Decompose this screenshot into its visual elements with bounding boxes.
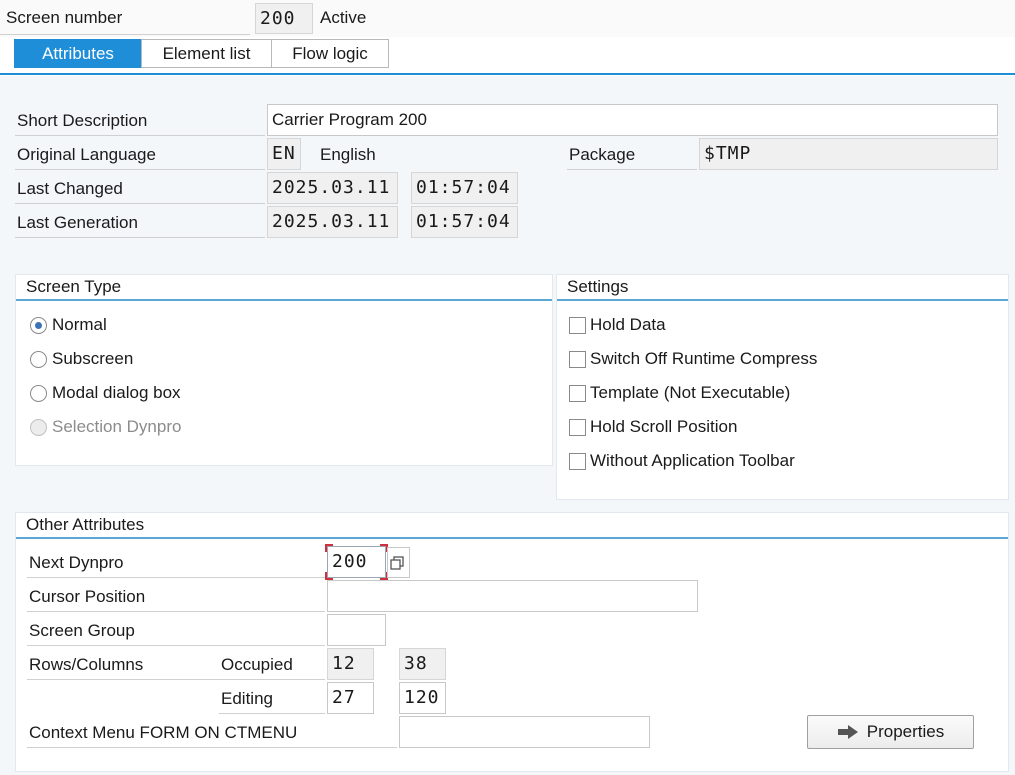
radio-selection-dynpro: [30, 419, 47, 436]
radio-normal[interactable]: [30, 317, 47, 334]
last-changed-label: Last Changed: [17, 179, 123, 198]
checkbox-hold-data[interactable]: [569, 317, 586, 334]
other-attributes-title: Other Attributes: [26, 515, 145, 534]
editing-rows-input[interactable]: 27: [327, 682, 374, 714]
properties-button-label: Properties: [866, 722, 945, 741]
focus-corner-bl: [325, 572, 333, 580]
tab-strip-rule: [0, 73, 1015, 75]
checkbox-hold-scroll[interactable]: [569, 419, 586, 436]
screen-status: Active: [320, 8, 367, 27]
checkbox-template-label[interactable]: Template (Not Executable): [590, 383, 790, 403]
header-underline: [0, 34, 250, 35]
original-language-label: Original Language: [17, 145, 156, 164]
editing-cols-input[interactable]: 120: [399, 682, 446, 714]
focus-corner-tl: [325, 544, 333, 552]
radio-selection-dynpro-label: Selection Dynpro: [52, 417, 182, 436]
tab-flow-logic[interactable]: Flow logic: [271, 39, 389, 68]
context-menu-label: Context Menu FORM ON CTMENU: [29, 723, 298, 742]
language-code-field: EN: [267, 138, 301, 170]
package-field: $TMP: [699, 138, 998, 170]
settings-panel: Settings Hold Data Switch Off Runtime Co…: [556, 274, 1009, 500]
occupied-cols-field: 38: [399, 648, 446, 680]
radio-normal-label[interactable]: Normal: [52, 315, 107, 335]
properties-button[interactable]: Properties: [807, 715, 974, 749]
value-help-button[interactable]: [387, 547, 410, 578]
language-name: English: [320, 145, 376, 164]
last-generation-label: Last Generation: [17, 213, 138, 232]
last-generation-time: 01:57:04: [411, 206, 518, 238]
arrow-right-icon: [837, 725, 858, 739]
context-menu-input[interactable]: [399, 716, 650, 748]
checkbox-hold-scroll-label[interactable]: Hold Scroll Position: [590, 417, 737, 437]
short-description-label: Short Description: [17, 111, 148, 130]
checkbox-template[interactable]: [569, 385, 586, 402]
cursor-position-input[interactable]: [327, 580, 698, 612]
occupied-label: Occupied: [221, 655, 293, 674]
next-dynpro-label: Next Dynpro: [29, 553, 124, 572]
last-changed-date: 2025.03.11: [267, 172, 398, 204]
value-help-icon: [390, 556, 404, 570]
checkbox-hold-data-label[interactable]: Hold Data: [590, 315, 666, 335]
short-description-input[interactable]: Carrier Program 200: [267, 104, 998, 136]
occupied-rows-field: 12: [327, 648, 374, 680]
radio-subscreen[interactable]: [30, 351, 47, 368]
next-dynpro-input[interactable]: 200: [327, 546, 386, 578]
package-label: Package: [569, 145, 636, 164]
checkbox-runtime-compress-label[interactable]: Switch Off Runtime Compress: [590, 349, 817, 369]
screen-number-field: 200: [255, 3, 313, 34]
cursor-position-label: Cursor Position: [29, 587, 146, 606]
checkbox-no-app-toolbar[interactable]: [569, 453, 586, 470]
screen-type-title: Screen Type: [26, 277, 122, 296]
screen-number-label: Screen number: [6, 8, 123, 27]
header-bar: [0, 0, 1015, 37]
settings-title: Settings: [567, 277, 629, 296]
checkbox-runtime-compress[interactable]: [569, 351, 586, 368]
screen-group-input[interactable]: [327, 614, 386, 646]
radio-subscreen-label[interactable]: Subscreen: [52, 349, 133, 369]
editing-label: Editing: [221, 689, 273, 708]
radio-modal-dialog[interactable]: [30, 385, 47, 402]
tab-element-list[interactable]: Element list: [141, 39, 272, 68]
last-changed-time: 01:57:04: [411, 172, 518, 204]
checkbox-no-app-toolbar-label[interactable]: Without Application Toolbar: [590, 451, 795, 471]
radio-modal-dialog-label[interactable]: Modal dialog box: [52, 383, 181, 403]
screen-group-label: Screen Group: [29, 621, 135, 640]
screen-type-panel: Screen Type Normal Subscreen Modal dialo…: [15, 274, 553, 466]
rows-columns-label: Rows/Columns: [29, 655, 144, 674]
tab-attributes[interactable]: Attributes: [14, 39, 142, 68]
last-generation-date: 2025.03.11: [267, 206, 398, 238]
